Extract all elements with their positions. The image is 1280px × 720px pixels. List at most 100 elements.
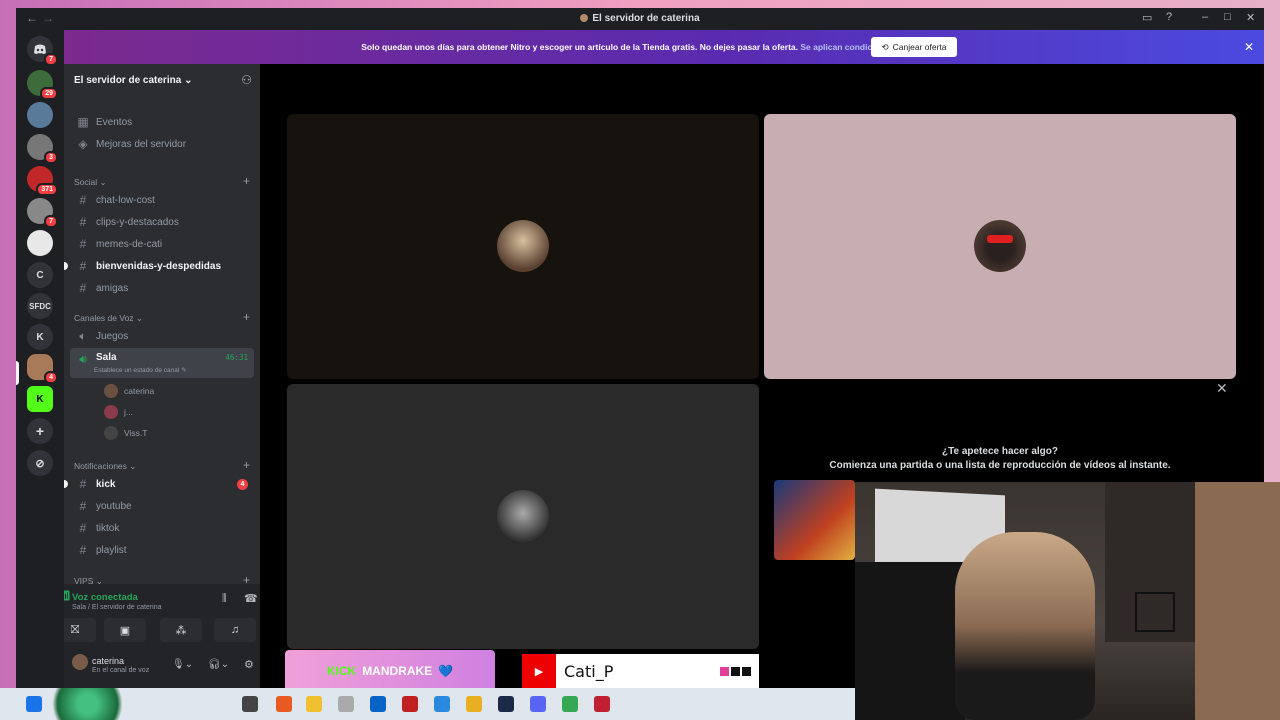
activity-question: ¿Te apetece hacer algo?: [942, 446, 1058, 457]
channel-item[interactable]: # chat-low-cost: [70, 190, 254, 210]
add-channel-icon[interactable]: +: [243, 310, 250, 324]
close-banner-icon[interactable]: ✕: [1244, 40, 1254, 54]
hash-icon: #: [79, 193, 87, 207]
voice-connected-subtitle: Sala / El servidor de caterina: [72, 604, 162, 611]
server-icon[interactable]: 371: [27, 166, 58, 196]
channel-label: Juegos: [96, 330, 129, 342]
voice-user[interactable]: Viss.T: [104, 426, 147, 440]
screen-share-button[interactable]: ▣: [104, 618, 146, 642]
noise-suppression-icon[interactable]: ⫼: [222, 593, 227, 604]
camera-button[interactable]: ⛝: [64, 618, 96, 642]
steam-icon[interactable]: [498, 696, 514, 712]
category-notifications[interactable]: Notificaciones ⌄: [74, 461, 136, 472]
server-icon[interactable]: 3: [27, 134, 58, 164]
channel-item[interactable]: # youtube: [70, 496, 254, 516]
channel-item[interactable]: # kick 4: [64, 474, 254, 494]
mention-badge: 4: [237, 479, 248, 490]
server-header[interactable]: El servidor de caterina ⌄ ⚇: [64, 64, 260, 98]
server-icon-sfdc[interactable]: SFDC: [27, 293, 53, 319]
add-channel-icon[interactable]: +: [243, 458, 250, 472]
channel-item[interactable]: # tiktok: [70, 518, 254, 538]
activities-button[interactable]: ⁂: [160, 618, 202, 642]
voice-channel-juegos[interactable]: 🔈︎ Juegos: [70, 326, 254, 346]
maximize-icon[interactable]: □: [1224, 11, 1231, 23]
app-icon[interactable]: [402, 696, 418, 712]
server-icon-caterina[interactable]: 4: [27, 354, 58, 384]
video-tile[interactable]: [287, 114, 759, 379]
redeem-offer-button[interactable]: ⟲ Canjear oferta: [871, 37, 957, 57]
hash-icon: #: [79, 259, 87, 273]
server-icon[interactable]: [27, 230, 53, 256]
explore-icon[interactable]: ⊘: [27, 450, 53, 476]
channel-sidebar: El servidor de caterina ⌄ ⚇ ▦ Eventos ◈ Me…: [64, 64, 260, 688]
video-tile[interactable]: [764, 114, 1236, 379]
avatar: [497, 220, 549, 272]
server-icon-c[interactable]: C: [27, 262, 53, 288]
nitro-banner: Solo quedan unos días para obtener Nitro…: [64, 30, 1264, 64]
disconnect-icon[interactable]: ☎: [244, 592, 258, 605]
voice-channel-sala[interactable]: 🔊︎ Sala 46:31 Establece un estado de can…: [70, 348, 254, 378]
voice-user[interactable]: j...: [104, 405, 133, 419]
speaker-icon: 🔊︎: [79, 352, 87, 366]
activity-thumbnail[interactable]: [774, 480, 855, 560]
events-item[interactable]: ▦ Eventos: [70, 112, 254, 132]
add-server-icon[interactable]: +: [27, 418, 53, 444]
minimize-icon[interactable]: –: [1202, 11, 1208, 23]
user-name[interactable]: caterina: [92, 656, 124, 666]
avatar[interactable]: [72, 654, 88, 670]
avatar: [104, 405, 118, 419]
headphones-icon[interactable]: 🎧︎⌄: [208, 659, 229, 670]
server-name: El servidor de caterina ⌄: [74, 75, 192, 86]
file-explorer-icon[interactable]: [306, 696, 322, 712]
webcam-overlay: [855, 482, 1280, 720]
app-icon[interactable]: [594, 696, 610, 712]
channel-item[interactable]: # bienvenidas-y-despedidas: [64, 256, 254, 276]
app-icon[interactable]: [338, 696, 354, 712]
soundboard-button[interactable]: ♫: [214, 618, 256, 642]
voice-user-name: Viss.T: [124, 428, 148, 438]
channel-item[interactable]: # amigas: [70, 278, 254, 298]
close-activity-icon[interactable]: ✕: [1216, 380, 1228, 397]
voice-connected-title[interactable]: Voz conectada: [72, 592, 138, 603]
channel-status[interactable]: Establece un estado de canal ✎: [94, 366, 187, 374]
category-social[interactable]: Social ⌄: [74, 177, 107, 188]
voice-user[interactable]: caterina: [104, 384, 154, 398]
invite-people-icon[interactable]: ⚇: [241, 73, 252, 87]
discord-icon[interactable]: [530, 696, 546, 712]
inbox-icon[interactable]: ▭: [1142, 11, 1152, 24]
chrome-icon[interactable]: [562, 696, 578, 712]
hash-icon: #: [79, 477, 87, 491]
chair: [855, 562, 965, 720]
app-icon[interactable]: [276, 696, 292, 712]
dm-badge: 7: [44, 53, 58, 66]
direct-messages-icon[interactable]: 7: [27, 36, 58, 66]
server-icon[interactable]: 7: [27, 198, 58, 228]
selected-server-pill: [16, 361, 19, 385]
signal-icon[interactable]: 📶︎: [64, 591, 71, 602]
app-icon[interactable]: [370, 696, 386, 712]
microphone-icon[interactable]: 🎙︎⌄: [172, 659, 193, 670]
category-label: Notificaciones: [74, 461, 127, 471]
hash-icon: #: [79, 281, 87, 295]
server-boosts-item[interactable]: ◈ Mejoras del servidor: [70, 134, 254, 154]
channel-item[interactable]: # playlist: [70, 540, 254, 560]
chrome-icon[interactable]: [466, 696, 482, 712]
category-label: Canales de Voz: [74, 313, 134, 323]
settings-gear-icon[interactable]: ⚙: [244, 658, 254, 671]
help-icon[interactable]: ?: [1166, 11, 1172, 23]
kick-server-icon[interactable]: K: [27, 386, 53, 412]
server-icon[interactable]: 29: [27, 70, 58, 100]
task-view-icon[interactable]: [242, 696, 258, 712]
category-voice[interactable]: Canales de Voz ⌄: [74, 313, 143, 324]
avatar: [974, 220, 1026, 272]
server-icon[interactable]: [27, 102, 53, 128]
add-channel-icon[interactable]: +: [243, 174, 250, 188]
server-badge: 7: [44, 215, 58, 228]
server-icon-k[interactable]: K: [27, 324, 53, 350]
close-window-icon[interactable]: ✕: [1246, 11, 1255, 24]
channel-item[interactable]: # memes-de-cati: [70, 234, 254, 254]
edge-icon[interactable]: [434, 696, 450, 712]
channel-item[interactable]: # clips-y-destacados: [70, 212, 254, 232]
channel-label: clips-y-destacados: [96, 216, 179, 228]
video-tile[interactable]: [287, 384, 759, 649]
